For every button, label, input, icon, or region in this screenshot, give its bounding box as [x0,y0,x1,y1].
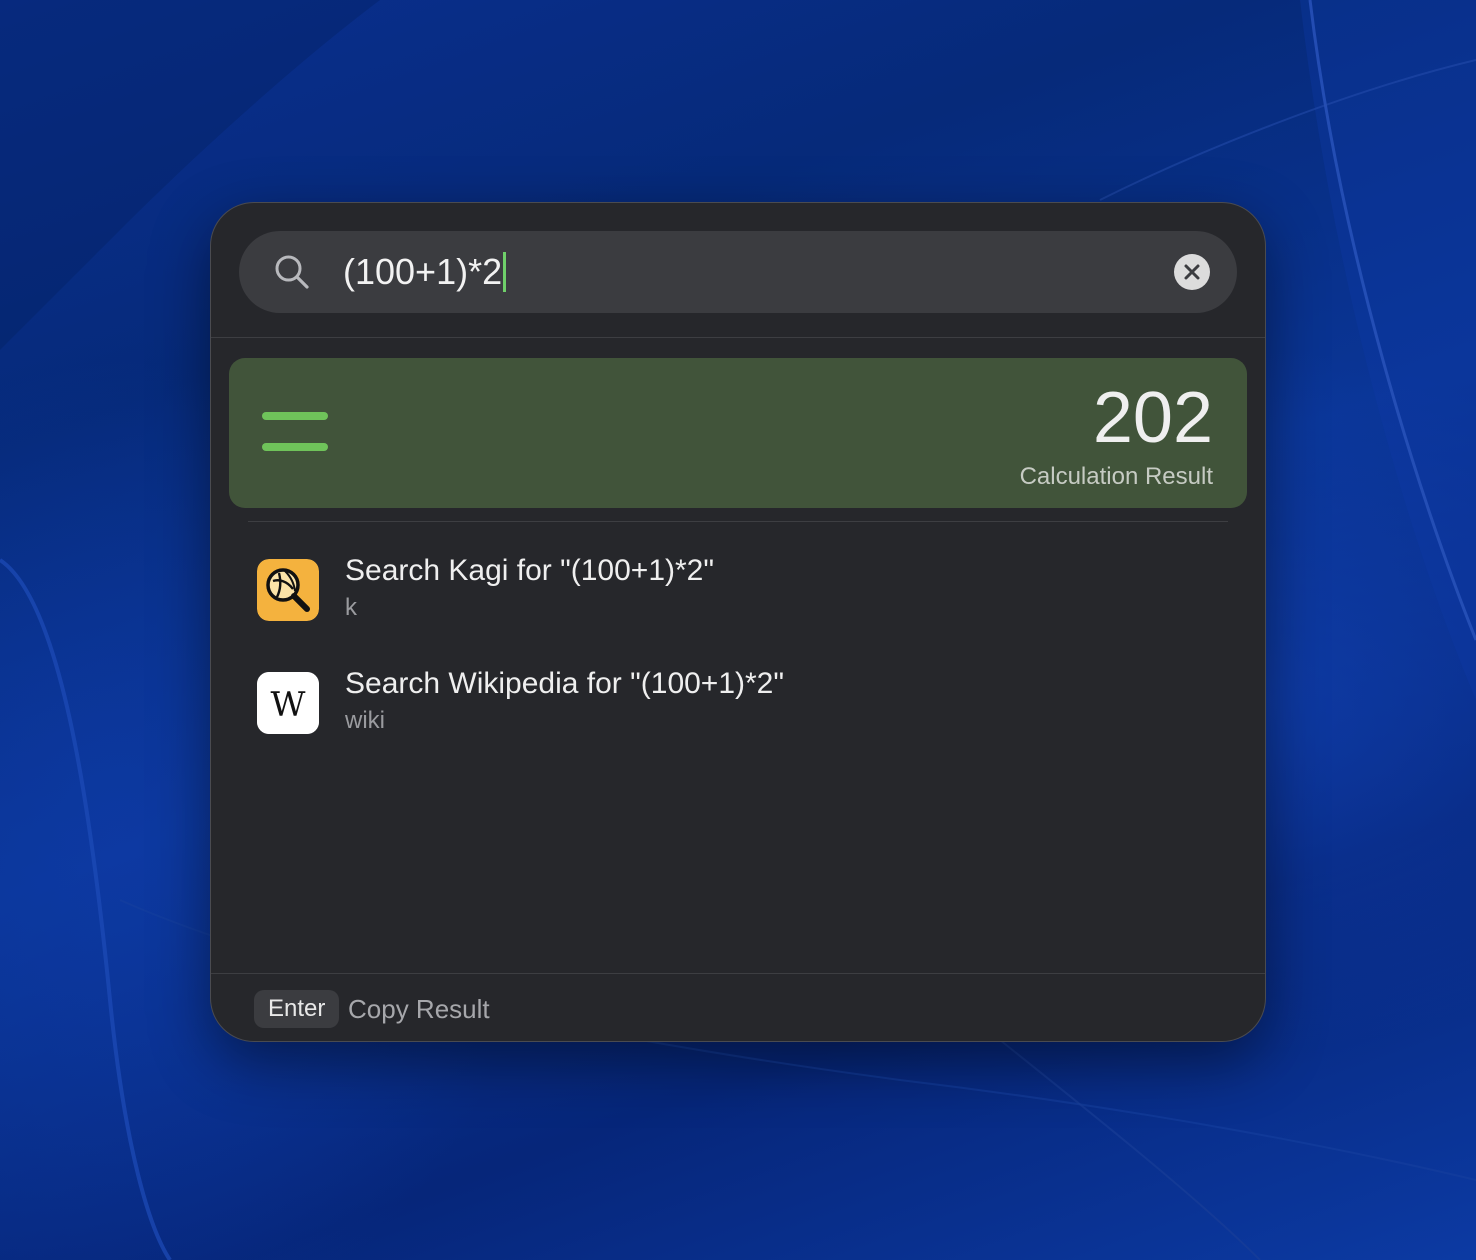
enter-key-badge: Enter [254,990,340,1028]
svg-text:W: W [271,685,306,725]
calculation-label: Calculation Result [1019,463,1213,490]
search-bar[interactable]: (100+1)*2 [239,231,1237,313]
equals-bar-top [262,412,328,420]
clear-icon [1184,264,1200,280]
wikipedia-icon: W [257,672,319,734]
equals-icon [262,410,330,454]
desktop-wallpaper: (100+1)*2 202 Calculation Result Search … [0,0,1476,1260]
divider [248,521,1228,522]
clear-button[interactable] [1174,254,1210,290]
result-title: Search Kagi for "(100+1)*2" [345,554,715,587]
result-item-wikipedia[interactable]: W Search Wikipedia for "(100+1)*2" wiki [251,664,1231,748]
search-icon [275,255,309,289]
result-title: Search Wikipedia for "(100+1)*2" [345,667,785,700]
equals-bar-bottom [262,443,328,451]
result-item-kagi[interactable]: Search Kagi for "(100+1)*2" k [251,551,1231,635]
calculation-value: 202 [1092,378,1213,458]
kagi-icon [257,559,319,621]
copy-result-action[interactable]: Copy Result [348,990,490,1028]
text-caret [503,252,507,293]
result-keyword: k [345,594,357,621]
divider [211,973,1265,974]
calculation-result-item[interactable]: 202 Calculation Result [229,358,1247,508]
search-query-text: (100+1)*2 [343,251,503,292]
launcher-panel: (100+1)*2 202 Calculation Result Search … [210,202,1266,1042]
divider [211,337,1265,338]
search-input[interactable]: (100+1)*2 [343,249,507,295]
result-keyword: wiki [345,707,385,734]
